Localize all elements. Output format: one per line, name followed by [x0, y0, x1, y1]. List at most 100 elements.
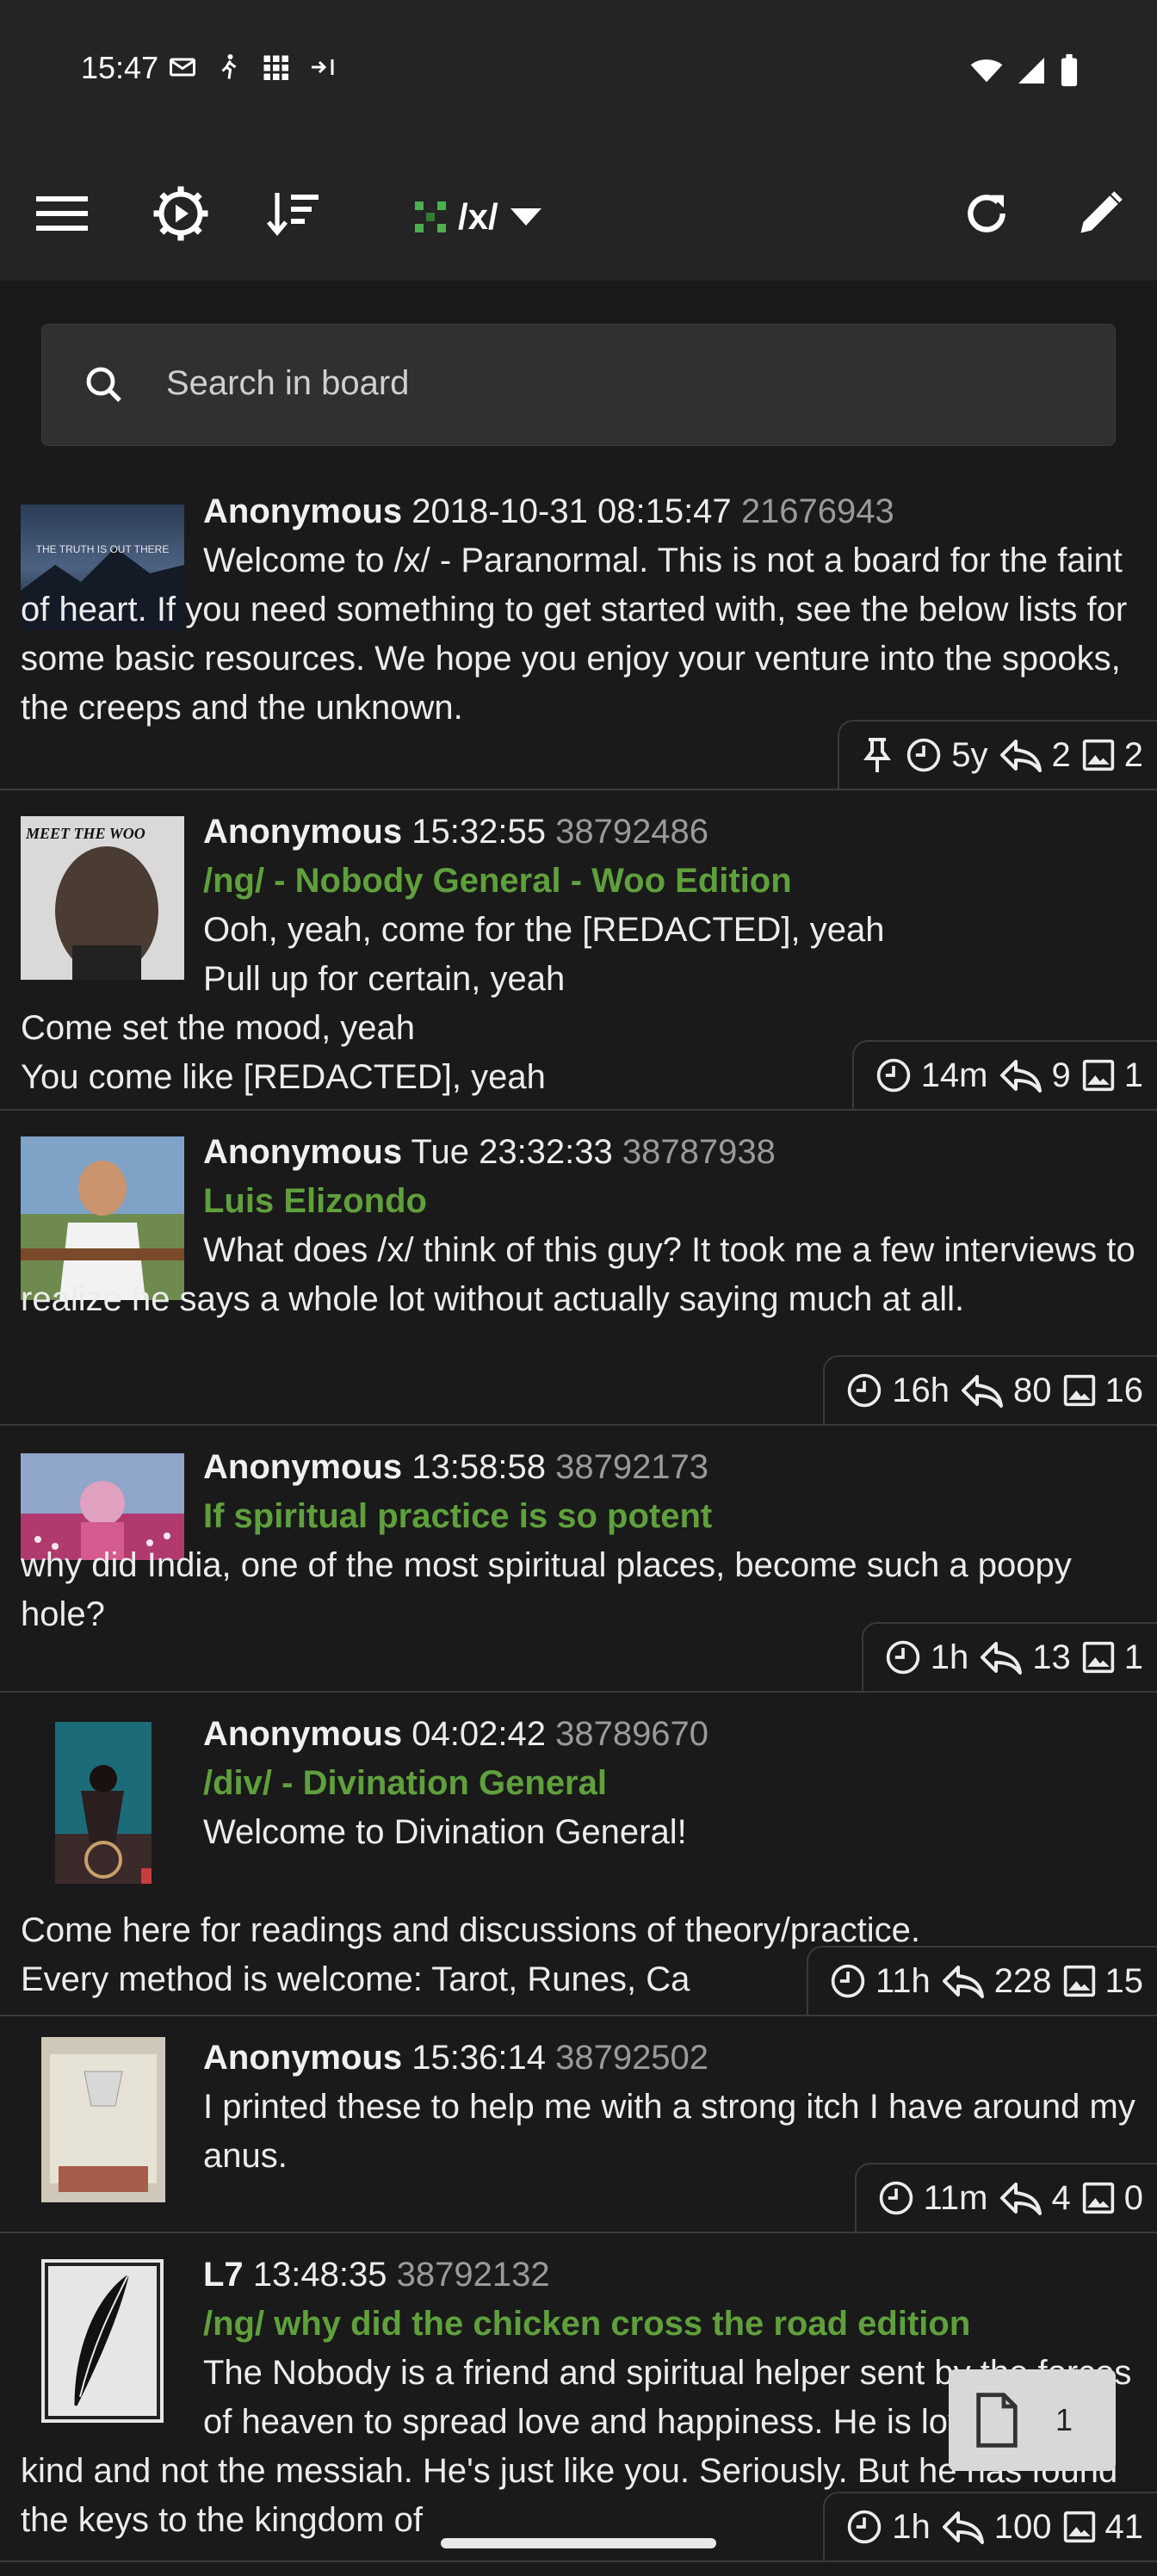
thread-card[interactable]: Anonymous 15:36:14 38792502 I printed th…	[0, 2016, 1157, 2233]
replies-value: 13	[1032, 1638, 1071, 1676]
gear-icon	[153, 186, 208, 241]
post-number: 38787938	[622, 1133, 776, 1171]
refresh-button[interactable]	[950, 177, 1023, 250]
clock-icon	[879, 2181, 913, 2215]
thread-stats: 11h 228 15	[806, 1946, 1157, 2015]
board-name: /x/	[458, 196, 498, 237]
wifi-icon	[970, 59, 1003, 83]
images-value: 1	[1123, 1638, 1143, 1676]
search-icon	[86, 367, 121, 402]
clock-icon	[907, 738, 941, 772]
post-date: 13:48:35	[252, 2256, 387, 2294]
thread-age: 14m	[875, 1056, 988, 1095]
page-indicator-button[interactable]: 1	[949, 2369, 1116, 2471]
thread-age: 5y	[905, 736, 988, 775]
thread-replies: 228	[941, 1962, 1052, 2001]
sort-icon	[267, 193, 319, 237]
dropdown-arrow-icon	[510, 208, 541, 226]
thread-stats: 1h 13 1	[861, 1622, 1157, 1691]
thread-card[interactable]: Anonymous 13:58:58 38792173 If spiritual…	[0, 1426, 1157, 1693]
thread-card[interactable]: THE TRUTH IS OUT THERE Anonymous 2018-10…	[0, 470, 1157, 790]
post-number: 38792486	[555, 813, 709, 851]
thread-age: 11m	[877, 2179, 988, 2218]
sort-button[interactable]	[258, 177, 331, 250]
status-bar: 15:47	[0, 0, 1157, 146]
grid-icon	[263, 55, 288, 80]
thread-stats: 14m 9 1	[851, 1040, 1157, 1109]
reply-icon	[999, 740, 1042, 772]
post-comment: why did India, one of the most spiritual…	[21, 1546, 1081, 1633]
image-icon	[1082, 739, 1114, 771]
clock-icon	[886, 1640, 919, 1675]
thread-images: 2	[1081, 736, 1143, 775]
images-value: 1	[1123, 1056, 1143, 1094]
age-value: 1h	[930, 1638, 969, 1676]
thread-images: 0	[1081, 2179, 1143, 2218]
thread-card[interactable]: Anonymous Tue 23:32:33 38787938 Luis Eli…	[0, 1111, 1157, 1426]
board-status-icon	[415, 201, 446, 232]
thread-replies: 2	[999, 736, 1071, 775]
thread-card[interactable]: Anonymous 04:02:42 38789670 /div/ - Divi…	[0, 1693, 1157, 2016]
gesture-nav-handle[interactable]	[441, 2538, 716, 2548]
thread-stats: 11m 4 0	[854, 2163, 1157, 2232]
post-date: 13:58:58	[411, 1448, 546, 1486]
status-notification-icons	[167, 52, 337, 83]
board-selector[interactable]: /x/	[413, 191, 543, 243]
images-value: 41	[1104, 2507, 1144, 2546]
poster-name: Anonymous	[203, 1715, 403, 1753]
walking-icon	[221, 54, 237, 79]
post-number: 38792502	[555, 2039, 709, 2077]
post-number: 38789670	[555, 1715, 709, 1753]
thread-images: 1	[1081, 1638, 1143, 1677]
thread-replies: 9	[999, 1056, 1071, 1095]
compose-button[interactable]	[1064, 177, 1136, 250]
post-date: Tue 23:32:33	[411, 1133, 613, 1171]
settings-button[interactable]	[145, 177, 217, 250]
post-date: 15:32:55	[411, 813, 546, 851]
image-icon	[1063, 1374, 1095, 1407]
post-number: 38792173	[555, 1448, 709, 1486]
reply-icon	[999, 1060, 1042, 1093]
replies-value: 4	[1051, 2178, 1071, 2217]
images-value: 16	[1104, 1371, 1144, 1409]
thread-stats: 1h 100 41	[823, 2492, 1157, 2561]
clock-icon	[831, 1964, 865, 1998]
mail-icon	[170, 58, 195, 77]
clock-icon	[848, 1373, 882, 1408]
thread-images: 41	[1062, 2507, 1144, 2547]
thread-images: 1	[1081, 1056, 1143, 1095]
thread-replies: 4	[999, 2179, 1071, 2218]
clock-icon	[848, 2510, 882, 2544]
hamburger-menu-button[interactable]	[26, 177, 98, 250]
thread-age: 1h	[884, 1638, 969, 1677]
poster-name: Anonymous	[203, 2039, 403, 2077]
age-value: 14m	[920, 1056, 988, 1094]
age-value: 1h	[892, 2507, 931, 2546]
reply-icon	[942, 2511, 984, 2544]
status-system-icons	[969, 53, 1080, 88]
replies-value: 2	[1051, 735, 1071, 774]
thread-body: Anonymous 13:58:58 38792173 If spiritual…	[21, 1443, 1140, 1639]
thread-replies: 13	[979, 1638, 1071, 1677]
image-icon	[1082, 1641, 1114, 1674]
reply-icon	[962, 1375, 1003, 1408]
reply-icon	[999, 2183, 1042, 2215]
pin-icon	[863, 738, 892, 772]
search-input[interactable]: Search in board	[41, 324, 1116, 446]
thread-age: 16h	[845, 1372, 950, 1410]
page-number: 1	[1055, 2402, 1073, 2437]
replies-value: 80	[1013, 1371, 1052, 1409]
age-value: 16h	[892, 1371, 950, 1409]
thread-catalog: Search in board THE TRUTH IS OUT THERE A…	[0, 281, 1157, 2576]
thread-card[interactable]: MEET THE WOO Anonymous 15:32:55 38792486…	[0, 790, 1157, 1111]
images-value: 0	[1123, 2178, 1143, 2217]
thread-stats: 5y 2 2	[838, 720, 1157, 789]
reply-icon	[942, 1966, 984, 1998]
thread-images: 16	[1062, 1371, 1144, 1410]
post-date: 04:02:42	[411, 1715, 546, 1753]
toolbar: /x/	[0, 146, 1157, 281]
replies-value: 9	[1051, 1056, 1071, 1094]
data-arrows-icon	[312, 59, 334, 75]
poster-name: Anonymous	[203, 492, 403, 530]
thread-images: 15	[1062, 1962, 1143, 2001]
